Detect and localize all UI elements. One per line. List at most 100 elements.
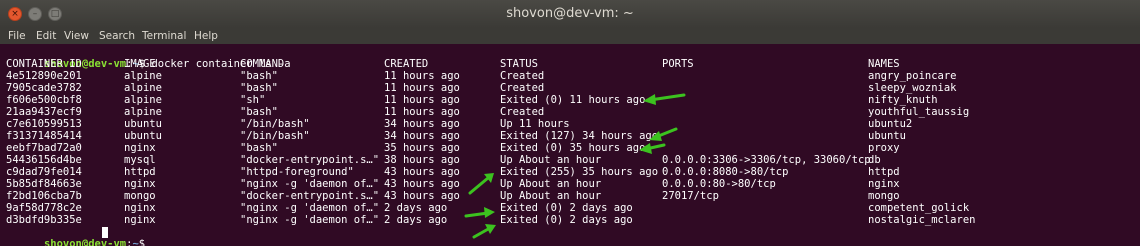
menu-view[interactable]: View xyxy=(64,28,89,44)
cell-ports: 0.0.0.0:8080->80/tcp xyxy=(662,166,789,178)
menu-help[interactable]: Help xyxy=(194,28,218,44)
cell-names: nostalgic_mclaren xyxy=(868,214,976,226)
cell-image: nginx xyxy=(124,214,156,226)
cell-container-id: 4e512890e201 xyxy=(6,70,82,82)
title-bar: × – □ shovon@dev-vm: ~ xyxy=(0,0,1140,29)
cell-names: db xyxy=(868,154,881,166)
cell-status: Up About an hour xyxy=(500,190,602,202)
table-row: d3bdfd9b335e nginx "nginx -g 'daemon of…" 2… xyxy=(6,214,1126,226)
cell-container-id: f2bd106cba7b xyxy=(6,190,82,202)
terminal-window: × – □ shovon@dev-vm: ~ File Edit View Se… xyxy=(0,0,1140,246)
table-row: 5b85df84663e nginx "nginx -g 'daemon of…" 4… xyxy=(6,178,1126,190)
cell-container-id: f31371485414 xyxy=(6,130,82,142)
table-row: f31371485414 ubuntu "/bin/bash" 34 hours ag… xyxy=(6,130,1126,142)
cell-created: 2 days ago xyxy=(384,214,448,226)
cell-command: "/bin/bash" xyxy=(240,130,310,142)
cell-image: alpine xyxy=(124,82,162,94)
menu-terminal[interactable]: Terminal xyxy=(142,28,186,44)
cell-command: "nginx -g 'daemon of…" xyxy=(240,214,380,226)
header-image: IMAGE xyxy=(124,58,156,70)
cell-status: Created xyxy=(500,82,545,94)
cell-container-id: c7e610599513 xyxy=(6,118,82,130)
cell-image: nginx xyxy=(124,142,156,154)
table-row: 21aa9437ecf9 alpine "bash" 11 hours ago Crea… xyxy=(6,106,1126,118)
cell-created: 38 hours ago xyxy=(384,154,460,166)
cell-image: nginx xyxy=(124,178,156,190)
cell-created: 43 hours ago xyxy=(384,190,460,202)
table-row: 4e512890e201 alpine "bash" 11 hours ago Crea… xyxy=(6,70,1126,82)
menu-file[interactable]: File xyxy=(8,28,26,44)
cell-names: mongo xyxy=(868,190,900,202)
cell-image: ubuntu xyxy=(124,130,162,142)
cell-command: "bash" xyxy=(240,70,278,82)
cell-container-id: 5b85df84663e xyxy=(6,178,82,190)
cell-image: mongo xyxy=(124,190,156,202)
cell-names: nifty_knuth xyxy=(868,94,938,106)
prompt-user: shovon@dev-vm xyxy=(43,238,127,246)
cell-command: "docker-entrypoint.s…" xyxy=(240,190,380,202)
cell-status: Exited (0) 35 hours ago xyxy=(500,142,646,154)
cell-command: "nginx -g 'daemon of…" xyxy=(240,202,380,214)
cell-created: 11 hours ago xyxy=(384,106,460,118)
table-row: f606e500cbf8 alpine "sh" 11 hours ago Exited… xyxy=(6,94,1126,106)
cell-image: alpine xyxy=(124,106,162,118)
cell-image: ubuntu xyxy=(124,118,162,130)
cell-command: "nginx -g 'daemon of…" xyxy=(240,178,380,190)
menu-edit[interactable]: Edit xyxy=(36,28,56,44)
terminal-output[interactable]: shovon@dev-vm:~$ docker container ls -a … xyxy=(0,44,1140,246)
cell-ports: 0.0.0.0:80->80/tcp xyxy=(662,178,776,190)
cell-container-id: eebf7bad72a0 xyxy=(6,142,82,154)
cell-created: 11 hours ago xyxy=(384,70,460,82)
cell-names: proxy xyxy=(868,142,900,154)
header-ports: PORTS xyxy=(662,58,694,70)
cell-command: "bash" xyxy=(240,142,278,154)
menu-search[interactable]: Search xyxy=(99,28,135,44)
cell-status: Exited (0) 2 days ago xyxy=(500,202,633,214)
table-row: c7e610599513 ubuntu "/bin/bash" 34 hours ag… xyxy=(6,118,1126,130)
cell-status: Exited (0) 2 days ago xyxy=(500,214,633,226)
cell-ports: 27017/tcp xyxy=(662,190,719,202)
cell-created: 11 hours ago xyxy=(384,94,460,106)
cell-status: Up 11 hours xyxy=(500,118,570,130)
cursor xyxy=(102,227,108,238)
cell-image: alpine xyxy=(124,94,162,106)
table-row: c9dad79fe014 httpd "httpd-foreground" 43 ho… xyxy=(6,166,1126,178)
cell-container-id: 9af58d778c2e xyxy=(6,202,82,214)
cell-status: Created xyxy=(500,106,545,118)
prompt-symbol: $ xyxy=(138,238,152,246)
cell-names: youthful_taussig xyxy=(868,106,970,118)
cell-command: "sh" xyxy=(240,94,266,106)
cell-created: 34 hours ago xyxy=(384,130,460,142)
cell-container-id: f606e500cbf8 xyxy=(6,94,82,106)
cell-image: httpd xyxy=(124,166,156,178)
cell-names: competent_golick xyxy=(868,202,970,214)
table-row: 54436156d4be mysql "docker-entrypoint.s…" 3… xyxy=(6,154,1126,166)
cell-command: "httpd-foreground" xyxy=(240,166,354,178)
cell-container-id: 7905cade3782 xyxy=(6,82,82,94)
cell-names: httpd xyxy=(868,166,900,178)
table-header: CONTAINER ID IMAGE COMMAND CREATED STATU… xyxy=(6,58,1126,70)
cell-image: nginx xyxy=(124,202,156,214)
table-row: f2bd106cba7b mongo "docker-entrypoint.s…" 4… xyxy=(6,190,1126,202)
cell-names: sleepy_wozniak xyxy=(868,82,957,94)
cell-created: 43 hours ago xyxy=(384,166,460,178)
cell-created: 35 hours ago xyxy=(384,142,460,154)
cell-created: 43 hours ago xyxy=(384,178,460,190)
menu-bar: File Edit View Search Terminal Help xyxy=(0,28,1140,44)
cell-status: Up About an hour xyxy=(500,178,602,190)
cell-command: "docker-entrypoint.s…" xyxy=(240,154,380,166)
cell-status: Exited (127) 34 hours ago xyxy=(500,130,659,142)
cell-container-id: d3bdfd9b335e xyxy=(6,214,82,226)
cell-command: "bash" xyxy=(240,106,278,118)
command-line: shovon@dev-vm:~$ docker container ls -a xyxy=(6,46,291,70)
cell-container-id: 54436156d4be xyxy=(6,154,82,166)
header-command: COMMAND xyxy=(240,58,285,70)
cell-names: nginx xyxy=(868,178,900,190)
cell-status: Created xyxy=(500,70,545,82)
cell-status: Exited (0) 11 hours ago xyxy=(500,94,646,106)
header-container-id: CONTAINER ID xyxy=(6,58,82,70)
header-status: STATUS xyxy=(500,58,538,70)
cell-names: angry_poincare xyxy=(868,70,957,82)
cell-status: Exited (255) 35 hours ago xyxy=(500,166,659,178)
cell-container-id: c9dad79fe014 xyxy=(6,166,82,178)
